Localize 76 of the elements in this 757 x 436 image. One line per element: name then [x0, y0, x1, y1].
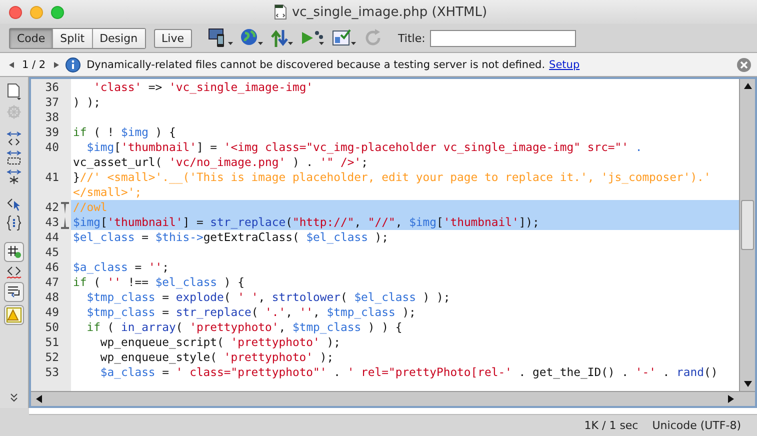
line-number: 38 [45, 110, 59, 125]
scroll-left-icon[interactable] [35, 394, 43, 404]
line-number: 39 [45, 125, 59, 140]
line-number: 42 [45, 200, 59, 215]
line-number: 53 [45, 365, 59, 380]
window-title: vc_single_image.php (XHTML) [292, 4, 488, 20]
line-number: 37 [45, 95, 59, 110]
code-line: $el_class = $this->getExtraClass( $el_class ); [72, 230, 389, 245]
code-line: $a_class = ' class="prettyphoto"' . ' rel="prettyPhoto[rel-' . get_the_ID() . '-' . rand() [99, 365, 718, 380]
code-line: $a_class = ''; [72, 260, 170, 275]
horizontal-scrollbar[interactable] [31, 391, 755, 406]
live-button[interactable]: Live [154, 28, 192, 48]
code-line: 'class' => 'vc_single_image-img' [92, 80, 314, 95]
up-down-arrows-icon[interactable] [270, 27, 294, 49]
collapse-tag-icon[interactable] [6, 131, 22, 147]
code-line: if ( in_array( 'prettyphoto', $tmp_class ) ) { [86, 320, 402, 335]
scroll-thumb[interactable] [741, 200, 754, 250]
code-line: wp_enqueue_style( 'prettyphoto' ); [99, 350, 334, 365]
line-number: 47 [45, 275, 59, 290]
scroll-right-icon[interactable] [727, 394, 735, 404]
code-line: }//' <small>'.__('This is image placeholder, edit your page to replace it.', 'js_composer').' [72, 170, 711, 185]
close-window-button[interactable] [9, 6, 22, 18]
line-number: 41 [45, 170, 59, 185]
warning-icon[interactable] [4, 305, 24, 325]
code-line: $img['thumbnail'] = str_replace("http://", "//", $img['thumbnail']); [72, 215, 540, 230]
info-icon [64, 56, 81, 72]
collapse-selection-icon[interactable] [6, 150, 22, 166]
code-line: if ( '' !== $el_class ) { [72, 275, 244, 290]
line-number: 43 [45, 215, 59, 230]
title-label: Title: [398, 32, 426, 44]
info-message: Dynamically-related files cannot be discovered because a testing server is not defined. [86, 58, 546, 70]
braces-icon[interactable] [6, 215, 22, 231]
line-number: 45 [45, 245, 59, 260]
expand-all-icon[interactable] [6, 169, 22, 185]
file-size-status: 1K / 1 sec [584, 419, 638, 432]
line-number: 44 [45, 230, 59, 245]
double-chevron-icon[interactable] [9, 393, 19, 403]
previous-arrow-icon[interactable] [8, 60, 16, 68]
word-wrap-icon[interactable] [4, 282, 24, 302]
code-line: vc_asset_url( 'vc/no_image.png' ) . '" />'; [72, 155, 368, 170]
encoding-status: Unicode (UTF-8) [652, 419, 741, 432]
line-number: 46 [45, 260, 59, 275]
line-number: 40 [45, 140, 59, 155]
next-arrow-icon[interactable] [52, 60, 60, 68]
code-line: wp_enqueue_script( 'prettyphoto' ); [99, 335, 340, 350]
code-line: if ( ! $img ) { [72, 125, 176, 140]
fold-start-icon[interactable] [61, 202, 69, 214]
document-icon [274, 4, 287, 20]
line-number: 49 [45, 305, 59, 320]
code-line: ) ); [72, 95, 100, 110]
scroll-down-icon[interactable] [742, 380, 752, 388]
code-line: //owl [72, 200, 108, 215]
line-number: 51 [45, 335, 59, 350]
hash-comment-icon[interactable] [4, 242, 24, 262]
fold-end-icon[interactable] [61, 217, 69, 229]
vertical-scrollbar[interactable] [739, 79, 755, 391]
title-input[interactable] [430, 30, 576, 46]
code-line: $img['thumbnail'] = '<img class="vc_img-placeholder vc_single_image-img" src="' . [86, 140, 642, 155]
code-syntax-icon[interactable] [6, 265, 22, 279]
devices-icon[interactable] [208, 27, 234, 49]
line-number: 52 [45, 350, 59, 365]
code-line: $tmp_class = explode( ' ', strtolower( $el_class ) ); [86, 290, 450, 305]
view-tab[interactable]: Split [52, 28, 92, 48]
code-line: </small>'; [72, 185, 142, 200]
view-tab[interactable]: Design [92, 28, 145, 48]
select-parent-tag-icon[interactable] [6, 196, 22, 212]
document-icon[interactable] [6, 83, 22, 101]
line-number: 50 [45, 320, 59, 335]
view-tab[interactable]: Code [10, 28, 52, 48]
scroll-up-icon[interactable] [742, 82, 752, 90]
close-icon[interactable] [737, 58, 751, 72]
pager-text: 1 / 2 [22, 58, 46, 70]
line-number: 36 [45, 80, 59, 95]
code-line: $tmp_class = str_replace( '.', '', $tmp_class ); [86, 305, 416, 320]
line-number: 48 [45, 290, 59, 305]
setup-link[interactable]: Setup [549, 58, 580, 70]
